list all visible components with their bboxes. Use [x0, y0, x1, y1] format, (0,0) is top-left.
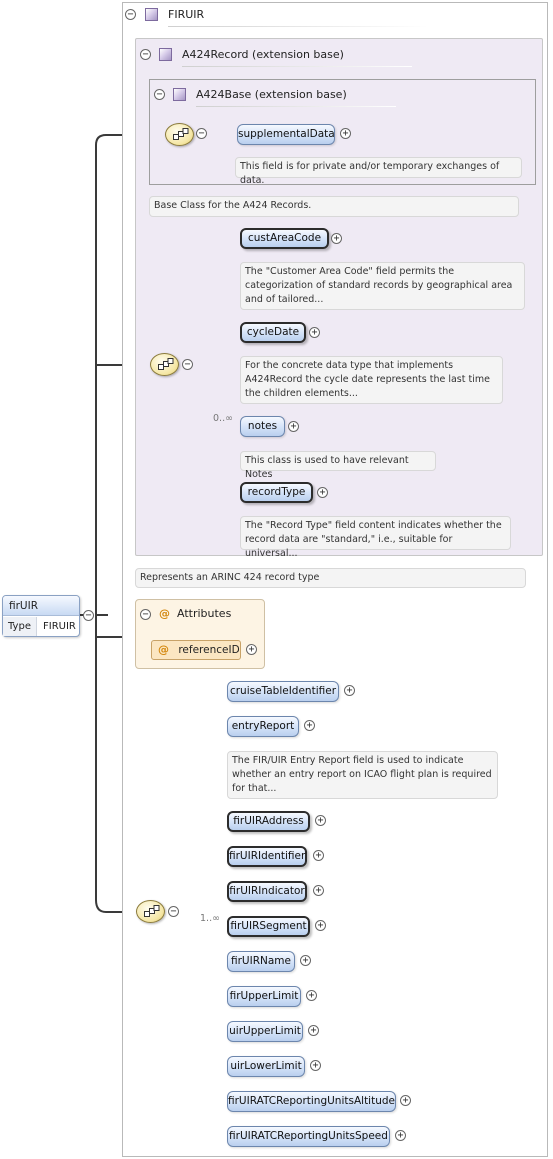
- firuir-collapse-toggle[interactable]: −: [125, 9, 136, 20]
- notes-node[interactable]: notes: [240, 416, 285, 437]
- complex-type-icon: [145, 8, 158, 21]
- root-type-label: Type: [3, 617, 37, 636]
- firuiratcreportingunitsspeed-expand-toggle[interactable]: +: [395, 1130, 406, 1141]
- uirlowerlimit-expand-toggle[interactable]: +: [310, 1060, 321, 1071]
- entryreport-expand-toggle[interactable]: +: [304, 720, 315, 731]
- annotation-line: the children elements...: [245, 388, 358, 399]
- complex-type-icon: [159, 48, 172, 61]
- sequence-collapse-toggle[interactable]: −: [196, 128, 207, 139]
- cruisetableidentifier-expand-toggle[interactable]: +: [344, 685, 355, 696]
- recordtype-node[interactable]: recordType: [240, 482, 313, 503]
- divider: [196, 106, 396, 107]
- supplementaldata-expand-toggle[interactable]: +: [340, 128, 351, 139]
- annotation-line: for that...: [232, 783, 277, 794]
- firuiratcreportingunitsaltitude-expand-toggle[interactable]: +: [400, 1095, 411, 1106]
- uirupperlimit-node[interactable]: uirUpperLimit: [227, 1021, 303, 1042]
- supplementaldata-node[interactable]: supplementalData: [237, 124, 335, 145]
- uirlowerlimit-node[interactable]: uirLowerLimit: [227, 1056, 305, 1077]
- a424record-title: A424Record (extension base): [182, 48, 344, 61]
- firuirsegment-expand-toggle[interactable]: +: [315, 920, 326, 931]
- notes-cardinality: 0..∞: [213, 413, 233, 424]
- firuirsegment-cardinality: 1..∞: [200, 913, 220, 924]
- divider: [168, 26, 428, 27]
- custareacode-annotation: The "Customer Area Code" field permits t…: [240, 262, 525, 310]
- root-collapse-toggle[interactable]: −: [83, 610, 94, 621]
- root-element-name: firUIR: [3, 596, 79, 616]
- sequence-collapse-toggle[interactable]: −: [182, 359, 193, 370]
- recordtype-annotation: The "Record Type" field content indicate…: [240, 516, 511, 559]
- sequence-compositor-icon[interactable]: [165, 123, 194, 146]
- recordtype-expand-toggle[interactable]: +: [317, 487, 328, 498]
- firuiridentifier-node[interactable]: firUIRIdentifier: [227, 846, 307, 867]
- entryreport-annotation: The FIR/UIR Entry Report field is used t…: [227, 751, 498, 799]
- annotation-line: and of tailored...: [245, 294, 324, 305]
- sequence-compositor-icon[interactable]: [136, 900, 165, 923]
- annotation-line: record data are "standard," i.e., suitab…: [245, 534, 453, 559]
- firuirindicator-expand-toggle[interactable]: +: [313, 885, 324, 896]
- cycledate-annotation: For the concrete data type that implemen…: [240, 356, 503, 404]
- firuiratcreportingunitsaltitude-node[interactable]: firUIRATCReportingUnitsAltitude: [227, 1091, 396, 1112]
- annotation-line: A424Record the cycle date represents the…: [245, 374, 490, 385]
- divider: [182, 66, 412, 67]
- attribute-icon: @: [159, 607, 170, 620]
- firuirsegment-node[interactable]: firUIRSegment: [227, 916, 310, 937]
- annotation-line: The "Customer Area Code" field permits t…: [245, 266, 455, 277]
- root-type-value: FIRUIR: [43, 621, 76, 632]
- annotation-line: For the concrete data type that implemen…: [245, 360, 454, 371]
- firuirname-node[interactable]: firUIRName: [227, 951, 295, 972]
- firuirname-expand-toggle[interactable]: +: [300, 955, 311, 966]
- uirupperlimit-expand-toggle[interactable]: +: [308, 1025, 319, 1036]
- annotation-line: whether an entry report on ICAO flight p…: [232, 769, 492, 780]
- referenceid-label: referenceID: [178, 644, 240, 656]
- firupperlimit-node[interactable]: firUpperLimit: [227, 986, 301, 1007]
- a424base-collapse-toggle[interactable]: −: [154, 89, 165, 100]
- cruisetableidentifier-node[interactable]: cruiseTableIdentifier: [227, 681, 339, 702]
- attributes-collapse-toggle[interactable]: −: [140, 609, 151, 620]
- firuir-root-element[interactable]: firUIR Type FIRUIR: [2, 595, 80, 637]
- annotation-line: The FIR/UIR Entry Report field is used t…: [232, 755, 464, 766]
- custareacode-expand-toggle[interactable]: +: [331, 233, 342, 244]
- notes-annotation: This class is used to have relevant Note…: [240, 451, 436, 480]
- attribute-icon: @: [158, 643, 169, 656]
- sequence-compositor-icon[interactable]: [150, 353, 179, 376]
- entryreport-node[interactable]: entryReport: [227, 716, 299, 737]
- referenceid-expand-toggle[interactable]: +: [246, 644, 257, 655]
- firuirindicator-node[interactable]: firUIRIndicator: [227, 881, 307, 902]
- firuiraddress-node[interactable]: firUIRAddress: [227, 811, 310, 832]
- cycledate-expand-toggle[interactable]: +: [309, 327, 320, 338]
- firuiratcreportingunitsspeed-node[interactable]: firUIRATCReportingUnitsSpeed: [227, 1126, 390, 1147]
- notes-expand-toggle[interactable]: +: [288, 421, 299, 432]
- firuir-type-title: FIRUIR: [168, 8, 205, 21]
- annotation-line: categorization of standard records by ge…: [245, 280, 513, 291]
- firuiraddress-expand-toggle[interactable]: +: [315, 815, 326, 826]
- a424record-annotation: Base Class for the A424 Records.: [149, 196, 519, 217]
- firupperlimit-expand-toggle[interactable]: +: [306, 990, 317, 1001]
- supplementaldata-annotation: This field is for private and/or tempora…: [235, 157, 522, 186]
- firuir-type-annotation: Represents an ARINC 424 record type: [135, 568, 526, 588]
- a424record-collapse-toggle[interactable]: −: [140, 49, 151, 60]
- referenceid-attribute[interactable]: @ referenceID: [151, 640, 241, 660]
- sequence-collapse-toggle[interactable]: −: [168, 906, 179, 917]
- cycledate-node[interactable]: cycleDate: [240, 322, 306, 343]
- firuiridentifier-expand-toggle[interactable]: +: [313, 850, 324, 861]
- custareacode-node[interactable]: custAreaCode: [240, 228, 329, 249]
- a424base-title: A424Base (extension base): [196, 88, 347, 101]
- attributes-title: Attributes: [177, 607, 232, 620]
- complex-type-icon: [173, 88, 186, 101]
- annotation-line: The "Record Type" field content indicate…: [245, 520, 502, 531]
